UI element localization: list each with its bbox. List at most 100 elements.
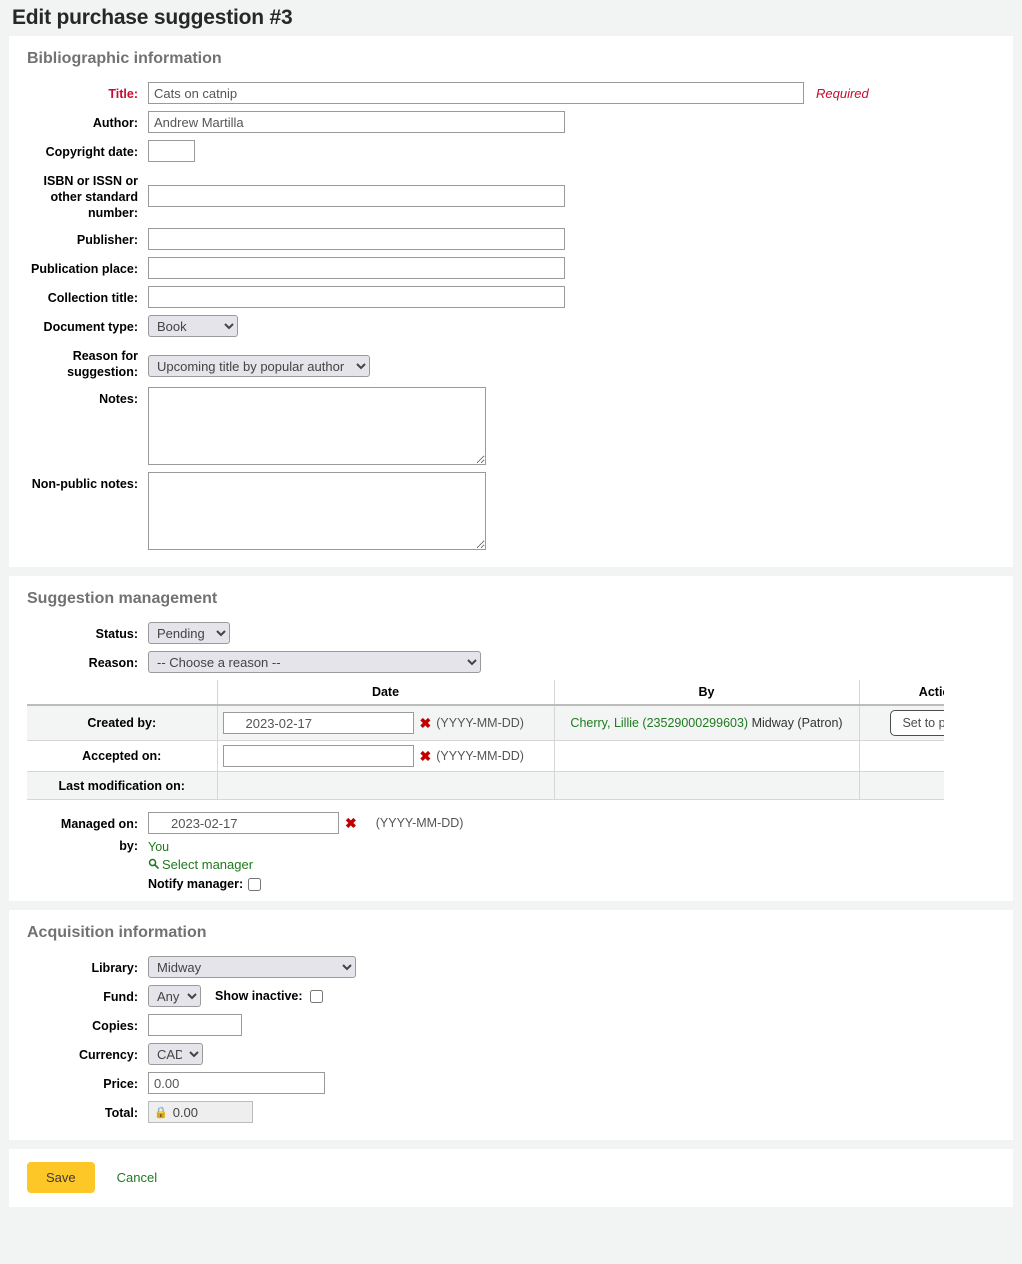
notify-manager-label: Notify manager: (148, 877, 244, 891)
column-header-by: By (553, 680, 859, 706)
library-select[interactable]: Midway (148, 956, 356, 978)
field-row-fund: Fund: Any Show inactive: (9, 985, 1013, 1007)
cell-created-action: Set to patron (858, 705, 944, 741)
acquisition-heading: Acquisition information (27, 924, 207, 941)
total-label: Total: (104, 1106, 138, 1120)
copies-input[interactable] (148, 1014, 242, 1036)
field-row-status: Status: Pending (9, 622, 1013, 644)
table-header-row: Date By Action (27, 680, 944, 706)
accepted-date-input[interactable] (222, 745, 414, 767)
reason-select[interactable]: -- Choose a reason -- (148, 651, 481, 673)
title-required-note: Required (816, 86, 869, 101)
lock-icon: 🔒 (154, 1106, 168, 1119)
copyright-date-input[interactable] (148, 140, 195, 162)
page-header: Edit purchase suggestion #3 (0, 0, 1022, 36)
managed-on-label: Managed on: (60, 817, 138, 831)
publication-place-label: Publication place: (31, 262, 138, 276)
cell-created-date: ✖ (YYYY-MM-DD) (216, 705, 554, 741)
managed-by-label: by: (119, 839, 138, 853)
cancel-link[interactable]: Cancel (117, 1170, 157, 1185)
field-row-reason-for-suggestion: Reason for suggestion: Upcoming title by… (9, 344, 1013, 380)
patron-link[interactable]: Cherry, Lillie (23529000299603) (570, 716, 748, 730)
collection-title-input[interactable] (148, 286, 565, 308)
field-row-title: Title: Required (9, 82, 1013, 104)
total-readonly-field: 🔒 0.00 (148, 1101, 253, 1123)
library-label: Library: (91, 961, 138, 975)
accepted-date-format-hint: (YYYY-MM-DD) (436, 749, 524, 763)
table-row: Last modification on: (27, 771, 944, 800)
field-row-collection-title: Collection title: (9, 286, 1013, 308)
page-title: Edit purchase suggestion #3 (12, 6, 293, 29)
bibliographic-heading: Bibliographic information (27, 50, 222, 67)
field-row-reason: Reason: -- Choose a reason -- (9, 651, 1013, 673)
isbn-label: ISBN or ISSN or other standard number: (43, 174, 138, 220)
acquisition-information-panel: Acquisition information Library: Midway … (9, 910, 1013, 1140)
currency-label: Currency: (78, 1048, 138, 1062)
field-row-non-public-notes: Non-public notes: (9, 472, 1013, 550)
author-label: Author: (92, 116, 138, 130)
copyright-date-label: Copyright date: (45, 145, 138, 159)
clear-created-date-icon[interactable]: ✖ (420, 712, 432, 734)
table-row: Accepted on: ✖ (YYYY-MM-DD) (27, 740, 944, 772)
fund-select[interactable]: Any (148, 985, 201, 1007)
column-header-date: Date (216, 680, 554, 706)
managed-on-format-hint: (YYYY-MM-DD) (375, 816, 464, 830)
managed-by-value: You (148, 840, 170, 854)
author-input[interactable] (148, 111, 565, 133)
field-row-copies: Copies: (9, 1014, 1013, 1036)
reason-for-suggestion-label: Reason for suggestion: (67, 349, 138, 379)
form-actions-footer: Save Cancel (9, 1149, 1013, 1207)
management-table: Date By Action Created by: ✖ (YYYY-MM-DD… (27, 680, 944, 800)
cell-accepted-by (553, 740, 859, 772)
field-row-total: Total: 🔒 0.00 (9, 1101, 1013, 1123)
bibliographic-information-panel: Bibliographic information Title: Require… (9, 36, 1013, 567)
select-manager-link[interactable]: Select manager (162, 856, 253, 874)
field-row-library: Library: Midway (9, 956, 1013, 978)
select-manager-link-wrapper[interactable]: Select manager (148, 856, 253, 874)
document-type-select[interactable]: Book (148, 315, 238, 337)
clear-managed-on-date-icon[interactable]: ✖ (345, 812, 357, 834)
cell-lastmod-action (858, 771, 944, 800)
non-public-notes-textarea[interactable] (148, 472, 486, 550)
row-label-created-by: Created by: (27, 705, 217, 741)
field-row-managed-by: by: You Select manager Notify manager: (9, 836, 1013, 891)
field-row-notes: Notes: (9, 387, 1013, 465)
reason-for-suggestion-select[interactable]: Upcoming title by popular author (148, 355, 370, 377)
cell-lastmod-date (216, 771, 554, 800)
managed-on-input[interactable] (148, 812, 339, 834)
reason-label: Reason: (88, 656, 138, 670)
cell-accepted-action (858, 740, 944, 772)
publication-place-input[interactable] (148, 257, 565, 279)
field-row-publication-place: Publication place: (9, 257, 1013, 279)
show-inactive-label: Show inactive: (215, 989, 303, 1003)
created-date-input[interactable] (222, 712, 414, 734)
price-label: Price: (103, 1077, 138, 1091)
isbn-input[interactable] (148, 185, 565, 207)
cell-created-by: Cherry, Lillie (23529000299603) Midway (… (553, 705, 859, 741)
status-label: Status: (95, 627, 138, 641)
clear-accepted-date-icon[interactable]: ✖ (420, 745, 432, 767)
patron-branch-text: Midway (Patron) (751, 716, 843, 730)
title-input[interactable] (148, 82, 804, 104)
row-label-accepted-on: Accepted on: (27, 740, 217, 772)
save-button[interactable]: Save (27, 1162, 95, 1193)
status-select[interactable]: Pending (148, 622, 230, 644)
field-row-price: Price: (9, 1072, 1013, 1094)
row-label-last-modification-on: Last modification on: (27, 771, 217, 800)
currency-select[interactable]: CAD (148, 1043, 203, 1065)
management-table-wrapper: Date By Action Created by: ✖ (YYYY-MM-DD… (27, 680, 944, 800)
document-type-label: Document type: (43, 320, 138, 334)
publisher-input[interactable] (148, 228, 565, 250)
notify-manager-row: Notify manager: (148, 877, 262, 891)
title-label: Title: (108, 87, 138, 101)
cell-lastmod-by (553, 771, 859, 800)
set-to-patron-button[interactable]: Set to patron (890, 710, 944, 736)
price-input[interactable] (148, 1072, 325, 1094)
suggestion-management-heading: Suggestion management (27, 590, 218, 607)
cell-accepted-date: ✖ (YYYY-MM-DD) (216, 740, 554, 772)
notify-manager-checkbox[interactable] (248, 877, 262, 891)
publisher-label: Publisher: (76, 233, 138, 247)
notes-textarea[interactable] (148, 387, 486, 465)
field-row-document-type: Document type: Book (9, 315, 1013, 337)
show-inactive-checkbox[interactable] (309, 989, 323, 1003)
